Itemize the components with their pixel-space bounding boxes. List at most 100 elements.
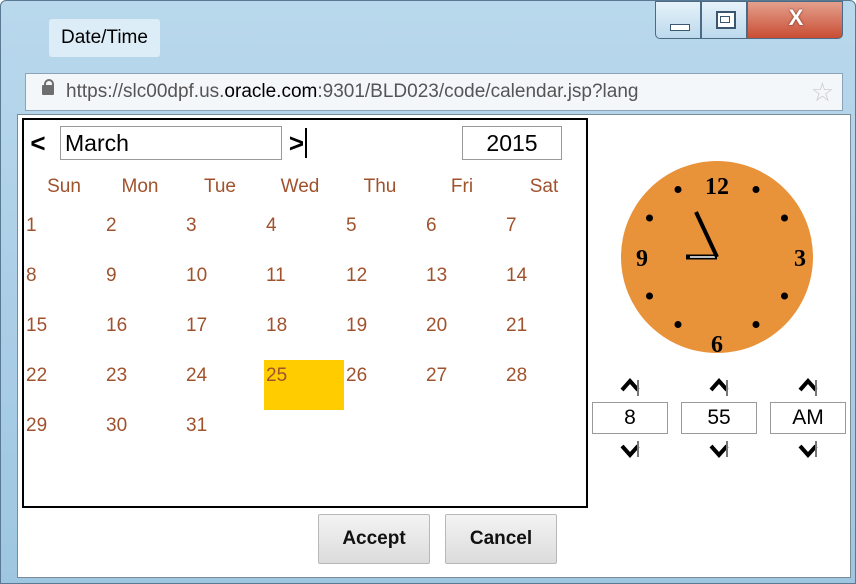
day-cell-selected[interactable]: 25: [264, 360, 344, 410]
weekday-label: Thu: [363, 176, 397, 197]
day-number: 26: [346, 365, 368, 386]
day-number: 5: [346, 215, 357, 236]
close-button[interactable]: X: [747, 1, 843, 39]
clock-numeral-6: 6: [711, 332, 723, 354]
day-cell[interactable]: 27: [424, 360, 504, 410]
day-cell[interactable]: 2: [104, 210, 184, 260]
minimize-button[interactable]: [655, 1, 701, 39]
day-number: 8: [26, 265, 37, 286]
url-prefix: https://slc00dpf.us.: [66, 81, 225, 102]
day-cell[interactable]: 11: [264, 260, 344, 310]
analog-clock: 12 3 6 9: [621, 161, 813, 354]
chevron-up-icon: [709, 377, 729, 396]
day-number: 18: [266, 315, 288, 336]
address-bar[interactable]: https://slc00dpf.us.oracle.com:9301/BLD0…: [25, 73, 843, 111]
cancel-button[interactable]: Cancel: [445, 514, 557, 564]
day-number: 20: [426, 315, 448, 336]
minute-field[interactable]: 55: [681, 402, 757, 434]
clock-numeral-3: 3: [794, 246, 806, 272]
url-text[interactable]: https://slc00dpf.us.oracle.com:9301/BLD0…: [66, 74, 638, 110]
clock-numeral-12: 12: [705, 174, 729, 200]
day-cell[interactable]: 4: [264, 210, 344, 260]
day-number: 1: [26, 215, 37, 236]
day-cell[interactable]: 12: [344, 260, 424, 310]
window-title: Date/Time: [49, 19, 160, 57]
year-field[interactable]: 2015: [462, 126, 562, 160]
day-cell[interactable]: 24: [184, 360, 264, 410]
day-cell[interactable]: 19: [344, 310, 424, 360]
chevron-up-icon: [620, 377, 640, 396]
ampm-down-button[interactable]: [798, 440, 818, 460]
day-number: 24: [186, 365, 208, 386]
minute-down-button[interactable]: [709, 440, 729, 460]
weekday-label: Sun: [47, 176, 81, 197]
day-cell[interactable]: 5: [344, 210, 424, 260]
day-number: 17: [186, 315, 208, 336]
clock-dot: [781, 214, 788, 222]
day-cell[interactable]: 21: [504, 310, 584, 360]
day-number: 27: [426, 365, 448, 386]
day-number: 11: [266, 265, 286, 286]
day-number: 22: [26, 365, 48, 386]
day-cell[interactable]: 1: [24, 210, 104, 260]
day-cell[interactable]: 7: [504, 210, 584, 260]
chevron-left-icon: <: [30, 128, 46, 158]
prev-month-button[interactable]: <: [26, 128, 50, 158]
close-icon: X: [788, 5, 804, 30]
next-month-button[interactable]: >: [286, 128, 310, 158]
day-cell[interactable]: 14: [504, 260, 584, 310]
minimize-icon: [670, 24, 690, 31]
ampm-field[interactable]: AM: [770, 402, 846, 434]
day-cell[interactable]: 10: [184, 260, 264, 310]
weekday-header: Sun Mon Tue Wed Thu Fri Sat: [24, 172, 586, 202]
day-number: 6: [426, 215, 437, 236]
day-number: 21: [506, 315, 528, 336]
clock-dot: [674, 186, 682, 193]
day-cell[interactable]: 31: [184, 410, 264, 460]
day-cell[interactable]: 16: [104, 310, 184, 360]
ampm-up-button[interactable]: [798, 376, 818, 396]
day-cell[interactable]: 28: [504, 360, 584, 410]
day-cell[interactable]: 3: [184, 210, 264, 260]
month-field[interactable]: March: [60, 126, 282, 160]
day-cell[interactable]: 30: [104, 410, 184, 460]
clock-dot: [674, 321, 682, 328]
clock-dot: [646, 214, 653, 222]
day-number: 29: [26, 415, 48, 436]
day-number: 9: [106, 265, 117, 286]
day-cell[interactable]: 29: [24, 410, 104, 460]
day-number: 23: [106, 365, 128, 386]
weekday-label: Mon: [121, 176, 159, 197]
day-number: 13: [426, 265, 448, 286]
day-cell[interactable]: 8: [24, 260, 104, 310]
chevron-up-icon: [798, 377, 818, 396]
day-cell[interactable]: 18: [264, 310, 344, 360]
day-cell[interactable]: 26: [344, 360, 424, 410]
day-number: 28: [506, 365, 528, 386]
url-domain: oracle.com: [224, 81, 318, 102]
bookmark-star-icon[interactable]: ☆: [811, 78, 834, 106]
day-cell[interactable]: 17: [184, 310, 264, 360]
chevron-down-icon: [709, 441, 729, 459]
hour-field[interactable]: 8: [592, 402, 668, 434]
maximize-button[interactable]: [701, 1, 747, 39]
day-cell[interactable]: 15: [24, 310, 104, 360]
day-cell[interactable]: 22: [24, 360, 104, 410]
day-cell[interactable]: 23: [104, 360, 184, 410]
weekday-label: Fri: [450, 176, 474, 197]
clock-dot: [752, 186, 760, 193]
day-number: 4: [266, 215, 277, 236]
day-cell[interactable]: 6: [424, 210, 504, 260]
accept-button[interactable]: Accept: [318, 514, 430, 564]
day-cell[interactable]: 9: [104, 260, 184, 310]
day-number: 31: [186, 415, 208, 436]
clock-dot: [646, 292, 653, 300]
day-number: 25: [266, 365, 288, 386]
hour-down-button[interactable]: [620, 440, 640, 460]
day-cell[interactable]: 20: [424, 310, 504, 360]
minute-up-button[interactable]: [709, 376, 729, 396]
day-number: 10: [186, 265, 208, 286]
weekday-label: Wed: [280, 176, 320, 197]
day-cell[interactable]: 13: [424, 260, 504, 310]
hour-up-button[interactable]: [620, 376, 640, 396]
